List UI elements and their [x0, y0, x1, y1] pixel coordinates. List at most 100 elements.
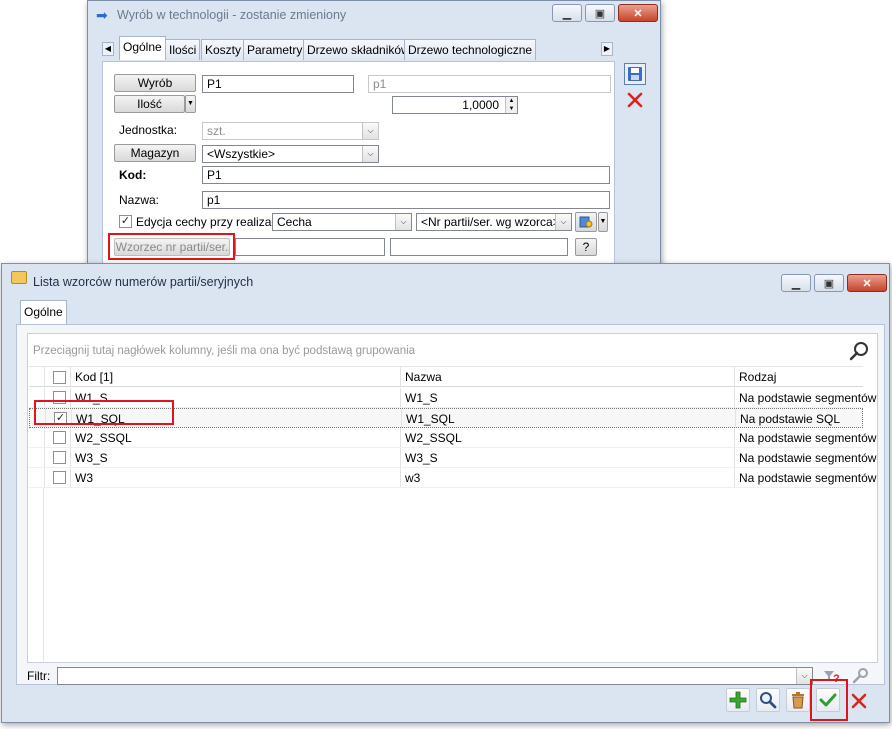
nr-partii-value: <Nr partii/ser. wg wzorca>: [421, 215, 560, 229]
tab-drzewo-skladnikow[interactable]: Drzewo składników: [303, 39, 414, 60]
save-button[interactable]: [624, 63, 646, 85]
magnifier-icon: [760, 692, 777, 709]
kod-field[interactable]: P1: [202, 166, 610, 184]
chevron-down-icon: ▼: [187, 100, 194, 107]
column-header-nazwa[interactable]: Nazwa: [405, 370, 442, 384]
wyrob-code-field[interactable]: P1: [202, 75, 354, 93]
cell-rodzaj: Na podstawie SQL: [740, 412, 841, 426]
list-panel: Przeciągnij tutaj nagłówek kolumny, jeśl…: [16, 324, 885, 685]
jednostka-select: szt. ⌵: [202, 122, 379, 140]
cell-rodzaj: Na podstawie segmentów: [739, 451, 877, 465]
cecha-value: Cecha: [277, 215, 312, 229]
table-row[interactable]: W2_SSQL W2_SSQL Na podstawie segmentów: [29, 428, 876, 448]
save-icon: [628, 67, 642, 81]
tab-ogolne[interactable]: Ogólne: [119, 36, 166, 60]
cell-nazwa: W2_SSQL: [405, 431, 462, 445]
magazyn-button[interactable]: Magazyn: [114, 144, 196, 162]
ilosc-field[interactable]: 1,0000 ▲ ▼: [392, 96, 518, 114]
minimize-button[interactable]: ▁: [552, 4, 582, 22]
maximize-button[interactable]: ▣: [585, 4, 615, 22]
cecha-picker-dropdown[interactable]: ▼: [598, 212, 608, 232]
back-window-titlebar[interactable]: ➡ Wyrób w technologii - zostanie zmienio…: [88, 1, 660, 29]
delete-button[interactable]: [786, 688, 810, 712]
cecha-picker-button[interactable]: [575, 212, 597, 232]
row-checkbox[interactable]: [53, 471, 66, 484]
column-header-rodzaj[interactable]: Rodzaj: [739, 370, 776, 384]
cancel-button[interactable]: [624, 89, 646, 111]
close-button[interactable]: ✕: [618, 4, 658, 22]
jednostka-value: szt.: [207, 124, 226, 138]
highlight-selected-row: [34, 400, 174, 425]
chevron-down-icon: ⌵: [362, 146, 378, 162]
cell-rodzaj: Na podstawie segmentów: [739, 391, 877, 405]
wzorzec-name-field[interactable]: [390, 238, 568, 256]
cell-kod: W2_SSQL: [75, 431, 132, 445]
tab-ilosci[interactable]: Ilości: [165, 39, 201, 60]
back-window-title: Wyrób w technologii - zostanie zmieniony: [117, 8, 347, 22]
ilosc-value: 1,0000: [462, 98, 499, 112]
tab-ogolne-list[interactable]: Ogólne: [20, 300, 67, 324]
cell-nazwa: W1_SQL: [406, 412, 455, 426]
search-button[interactable]: [849, 340, 871, 362]
chevron-down-icon: ⌵: [555, 214, 571, 230]
add-icon: [729, 691, 747, 709]
ilosc-spinner[interactable]: ▲ ▼: [505, 97, 517, 113]
cell-nazwa: w3: [405, 471, 421, 485]
view-button[interactable]: [756, 688, 780, 712]
chevron-down-icon: ⌵: [362, 123, 378, 139]
tab-scroll-right[interactable]: ▶: [601, 42, 613, 56]
cecha-select[interactable]: Cecha ⌵: [272, 213, 412, 231]
add-button[interactable]: [726, 688, 750, 712]
tab-parametry[interactable]: Parametry: [243, 39, 307, 60]
tab-koszty[interactable]: Koszty: [201, 39, 246, 60]
magazyn-value: <Wszystkie>: [207, 147, 276, 161]
ilosc-dropdown-button[interactable]: ▼: [185, 95, 196, 113]
filter-wrench-icon: [852, 668, 868, 684]
cell-kod: W3: [75, 471, 93, 485]
cancel-list-button[interactable]: [848, 690, 870, 712]
grid-empty-area: [29, 488, 44, 662]
cell-nazwa: W3_S: [405, 451, 438, 465]
help-button[interactable]: ?: [575, 238, 597, 256]
back-tab-strip: ◀ Ogólne Ilości Koszty Parametry Drzewo …: [102, 36, 615, 61]
tab-drzewo-technologiczne[interactable]: Drzewo technologiczne: [404, 39, 537, 60]
front-window-titlebar[interactable]: Lista wzorców numerów partii/seryjnych ▁…: [2, 264, 889, 292]
wyrob-name-field: p1: [368, 75, 611, 93]
highlight-wzorzec: [108, 233, 235, 260]
table-row[interactable]: W3_S W3_S Na podstawie segmentów: [29, 448, 876, 468]
magazyn-select[interactable]: <Wszystkie> ⌵: [202, 145, 379, 163]
maximize-button[interactable]: ▣: [814, 274, 844, 292]
cell-kod: W3_S: [75, 451, 108, 465]
column-header-kod[interactable]: Kod [1]: [75, 370, 113, 384]
front-window-title: Lista wzorców numerów partii/seryjnych: [33, 275, 254, 289]
minimize-button[interactable]: ▁: [781, 274, 811, 292]
row-checkbox[interactable]: [53, 431, 66, 444]
row-checkbox[interactable]: [53, 451, 66, 464]
edycja-label: Edycja cechy przy realizacji: [136, 215, 283, 229]
select-all-checkbox[interactable]: [53, 371, 66, 384]
filter-settings-button[interactable]: [849, 666, 873, 686]
back-window: ➡ Wyrób w technologii - zostanie zmienio…: [87, 0, 661, 268]
chevron-down-icon: ▼: [599, 218, 607, 225]
grid-container: Przeciągnij tutaj nagłówek kolumny, jeśl…: [27, 333, 878, 663]
tab-scroll-left[interactable]: ◀: [102, 42, 114, 56]
cell-rodzaj: Na podstawie segmentów: [739, 471, 877, 485]
nr-partii-select[interactable]: <Nr partii/ser. wg wzorca> ⌵: [416, 213, 572, 231]
cell-nazwa: W1_S: [405, 391, 438, 405]
group-by-hint: Przeciągnij tutaj nagłówek kolumny, jeśl…: [33, 345, 416, 357]
grid-header: Kod [1] Nazwa Rodzaj: [29, 366, 863, 387]
arrow-right-icon: ➡: [96, 7, 108, 23]
filter-label: Filtr:: [27, 669, 51, 683]
front-window: Lista wzorców numerów partii/seryjnych ▁…: [1, 263, 890, 723]
close-icon: [851, 693, 867, 709]
ilosc-button[interactable]: Ilość: [114, 95, 185, 113]
close-button[interactable]: ✕: [847, 274, 887, 292]
filter-input[interactable]: ⌵: [57, 667, 813, 685]
wzorzec-code-field[interactable]: [235, 238, 385, 256]
wyrob-button[interactable]: Wyrób: [114, 74, 196, 92]
nazwa-field[interactable]: p1: [202, 191, 610, 209]
kod-label: Kod:: [119, 168, 147, 182]
edycja-checkbox[interactable]: ✓: [119, 215, 132, 228]
nazwa-label: Nazwa:: [119, 193, 160, 207]
table-row[interactable]: W3 w3 Na podstawie segmentów: [29, 468, 876, 488]
